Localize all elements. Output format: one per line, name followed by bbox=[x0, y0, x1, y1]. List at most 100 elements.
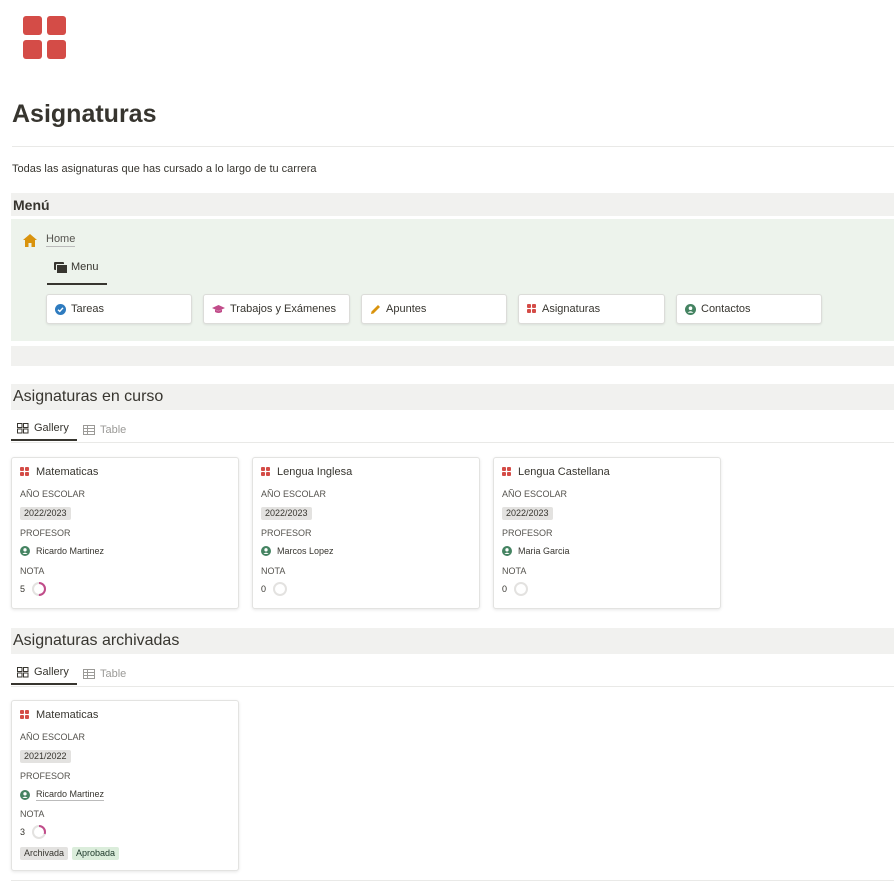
table-icon bbox=[83, 424, 95, 435]
user-circle-icon bbox=[502, 546, 512, 556]
card-title: Matematicas bbox=[36, 466, 99, 478]
card-lengua-inglesa[interactable]: Lengua Inglesa AÑO ESCOLAR 2022/2023 PRO… bbox=[252, 457, 480, 609]
gallery-icon bbox=[17, 422, 29, 433]
en-curso-view-tabs: Gallery Table bbox=[11, 417, 894, 443]
card-title: Matematicas bbox=[36, 709, 99, 721]
nota-value: 0 bbox=[502, 581, 529, 597]
progress-ring-track bbox=[273, 582, 287, 596]
tab-table[interactable]: Table bbox=[83, 417, 126, 442]
nota-value: 3 bbox=[20, 824, 47, 840]
gallery-icon bbox=[17, 666, 29, 677]
archivadas-heading-bar: Asignaturas archivadas bbox=[11, 628, 894, 654]
user-circle-icon bbox=[20, 546, 30, 556]
year-label: AÑO ESCOLAR bbox=[20, 489, 86, 499]
user-circle-icon bbox=[20, 790, 30, 800]
tab-menu[interactable]: Menu bbox=[47, 255, 107, 285]
status-tags: Archivada Aprobada bbox=[20, 847, 123, 860]
check-circle-icon bbox=[55, 303, 66, 315]
progress-ring bbox=[514, 582, 528, 596]
grid-icon bbox=[20, 467, 30, 477]
year-tag: 2022/2023 bbox=[20, 507, 71, 520]
tab-menu-label: Menu bbox=[71, 261, 99, 273]
menu-button-trabajos[interactable]: Trabajos y Exámenes bbox=[203, 294, 350, 324]
prof-person[interactable]: Marcos Lopez bbox=[261, 546, 334, 556]
archivadas-view-tabs: Gallery Table bbox=[11, 661, 894, 687]
progress-ring-track bbox=[514, 582, 528, 596]
card-title: Lengua Castellana bbox=[518, 466, 610, 478]
grid-icon bbox=[502, 467, 512, 477]
pencil-icon bbox=[371, 304, 380, 314]
menu-button-asignaturas[interactable]: Asignaturas bbox=[518, 294, 665, 324]
prof-name: Maria Garcia bbox=[518, 546, 570, 556]
tab-gallery[interactable]: Gallery bbox=[11, 661, 77, 685]
progress-ring bbox=[32, 825, 46, 839]
nota-number: 0 bbox=[261, 584, 267, 594]
table-icon bbox=[83, 668, 95, 679]
page-description: Todas las asignaturas que has cursado a … bbox=[12, 163, 317, 175]
home-link[interactable]: Home bbox=[46, 233, 76, 247]
status-badge-aprobada: Aprobada bbox=[72, 847, 120, 860]
prof-label: PROFESOR bbox=[20, 528, 71, 538]
progress-ring bbox=[32, 582, 46, 596]
bottom-divider bbox=[11, 880, 894, 881]
breadcrumb-home[interactable]: Home bbox=[23, 233, 76, 247]
grid-icon bbox=[20, 710, 30, 720]
nota-label: NOTA bbox=[261, 566, 286, 576]
menu-button-apuntes[interactable]: Apuntes bbox=[361, 294, 507, 324]
progress-ring bbox=[273, 582, 287, 596]
grid-icon bbox=[261, 467, 271, 477]
menu-button-label: Asignaturas bbox=[542, 303, 601, 315]
nota-number: 3 bbox=[20, 827, 26, 837]
nota-value: 5 bbox=[20, 581, 47, 597]
card-lengua-castellana[interactable]: Lengua Castellana AÑO ESCOLAR 2022/2023 … bbox=[493, 457, 721, 609]
year-label: AÑO ESCOLAR bbox=[20, 732, 86, 742]
en-curso-heading: Asignaturas en curso bbox=[13, 388, 164, 405]
menu-button-label: Trabajos y Exámenes bbox=[230, 303, 336, 315]
empty-heading-bar bbox=[11, 346, 894, 366]
menu-heading-bar: Menú bbox=[11, 193, 894, 216]
year-label: AÑO ESCOLAR bbox=[261, 489, 327, 499]
tab-gallery-label: Gallery bbox=[34, 666, 69, 678]
menu-button-tareas[interactable]: Tareas bbox=[46, 294, 192, 324]
menu-button-label: Tareas bbox=[71, 303, 105, 315]
tab-table-label: Table bbox=[100, 423, 127, 436]
year-tag: 2021/2022 bbox=[20, 750, 71, 763]
tab-table-label: Table bbox=[100, 667, 127, 680]
tab-table[interactable]: Table bbox=[83, 661, 126, 686]
tab-gallery-label: Gallery bbox=[34, 422, 69, 434]
title-divider bbox=[12, 146, 894, 147]
user-circle-icon bbox=[261, 546, 271, 556]
user-circle-icon bbox=[685, 303, 696, 315]
card-matematicas[interactable]: Matematicas AÑO ESCOLAR 2022/2023 PROFES… bbox=[11, 457, 239, 609]
prof-label: PROFESOR bbox=[502, 528, 553, 538]
en-curso-heading-bar: Asignaturas en curso bbox=[11, 384, 894, 410]
year-tag: 2022/2023 bbox=[502, 507, 553, 520]
menu-heading: Menú bbox=[13, 197, 50, 213]
prof-name: Ricardo Martinez bbox=[36, 789, 105, 801]
year-label: AÑO ESCOLAR bbox=[502, 489, 568, 499]
nota-value: 0 bbox=[261, 581, 288, 597]
prof-person[interactable]: Ricardo Martinez bbox=[20, 789, 105, 801]
menu-button-contactos[interactable]: Contactos bbox=[676, 294, 822, 324]
status-badge-archivada: Archivada bbox=[20, 847, 69, 860]
menu-callout: Home Menu Tareas Trabajos y Exámenes Apu… bbox=[11, 219, 894, 341]
graduation-cap-icon bbox=[212, 304, 225, 313]
grid-icon bbox=[527, 304, 537, 314]
card-title: Lengua Inglesa bbox=[277, 466, 353, 478]
folder-icon bbox=[54, 262, 68, 274]
prof-person[interactable]: Maria Garcia bbox=[502, 546, 570, 556]
page-grid-icon[interactable] bbox=[23, 16, 67, 60]
prof-label: PROFESOR bbox=[261, 528, 312, 538]
nota-label: NOTA bbox=[20, 809, 45, 819]
tab-gallery[interactable]: Gallery bbox=[11, 417, 77, 441]
prof-name: Marcos Lopez bbox=[277, 546, 334, 556]
nota-label: NOTA bbox=[502, 566, 527, 576]
menu-button-label: Apuntes bbox=[386, 303, 427, 315]
card-matematicas-archivada[interactable]: Matematicas AÑO ESCOLAR 2021/2022 PROFES… bbox=[11, 700, 239, 871]
archivadas-heading: Asignaturas archivadas bbox=[13, 632, 180, 649]
prof-person[interactable]: Ricardo Martinez bbox=[20, 546, 104, 556]
page-title: Asignaturas bbox=[12, 100, 157, 128]
nota-number: 5 bbox=[20, 584, 26, 594]
prof-name: Ricardo Martinez bbox=[36, 546, 105, 556]
home-icon bbox=[23, 233, 37, 247]
